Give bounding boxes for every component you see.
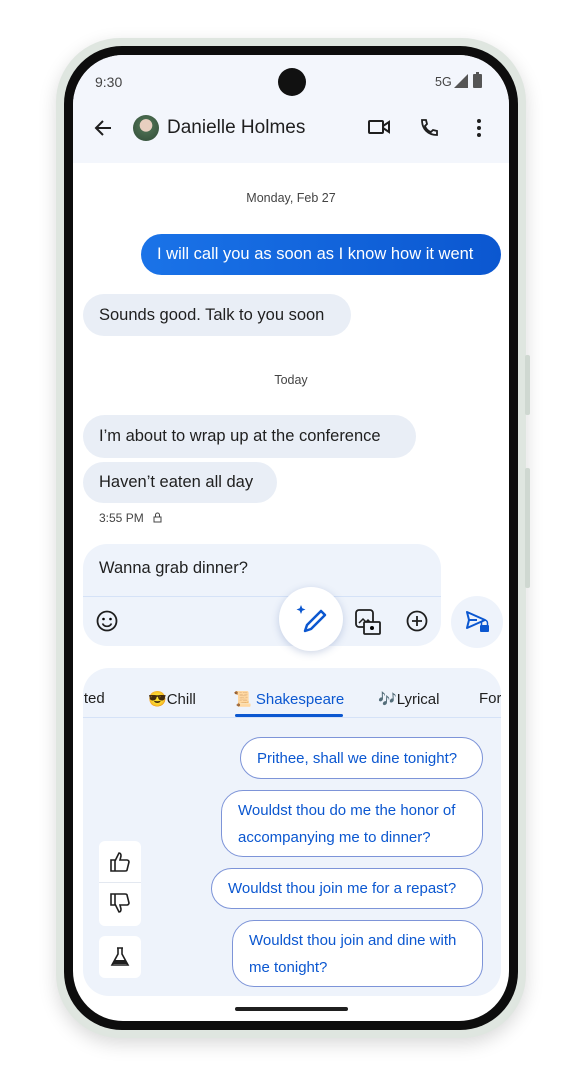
message-text: I’m about to wrap up at the conference xyxy=(99,427,381,445)
magic-pen-icon xyxy=(296,605,327,633)
tab-lyrical[interactable]: 🎶Lyrical xyxy=(378,690,439,708)
received-message[interactable]: Sounds good. Talk to you soon xyxy=(83,294,351,336)
status-time: 9:30 xyxy=(95,74,123,90)
compose-divider xyxy=(83,596,441,597)
lock-icon xyxy=(153,512,162,523)
magic-compose-button[interactable] xyxy=(279,587,343,651)
message-timestamp: 3:55 PM xyxy=(99,511,144,525)
suggestion-chip[interactable]: Wouldst thou join and dine with me tonig… xyxy=(232,920,483,987)
emoji-icon[interactable] xyxy=(96,610,118,632)
received-message[interactable]: Haven’t eaten all day xyxy=(83,462,277,503)
music-notes-emoji-icon: 🎶 xyxy=(378,691,397,708)
back-arrow-icon[interactable] xyxy=(93,118,113,138)
avatar[interactable] xyxy=(133,115,159,141)
camera-cutout xyxy=(278,68,306,96)
gallery-icon[interactable] xyxy=(355,609,381,635)
feedback-buttons xyxy=(99,841,141,926)
sent-message[interactable]: I will call you as soon as I know how it… xyxy=(141,234,501,275)
tab-chill[interactable]: 😎Chill xyxy=(148,690,196,708)
thumbs-down-icon[interactable] xyxy=(110,893,130,913)
video-call-icon[interactable] xyxy=(368,119,390,135)
screen: 9:30 5G Danielle Holmes Monday, Feb 27 I… xyxy=(73,55,509,1021)
message-text: Haven’t eaten all day xyxy=(99,473,254,491)
network-label: 5G xyxy=(435,75,452,89)
battery-icon xyxy=(473,72,482,88)
volume-button xyxy=(525,468,530,588)
date-divider: Today xyxy=(274,373,308,387)
tab-shakespeare[interactable]: 📜 Shakespeare xyxy=(233,690,344,708)
message-text: I will call you as soon as I know how it… xyxy=(157,245,474,263)
suggestion-chip[interactable]: Wouldst thou do me the honor of accompan… xyxy=(221,790,483,857)
tab-formal[interactable]: For xyxy=(479,690,501,707)
tab-excited[interactable]: cited xyxy=(83,690,105,707)
received-message[interactable]: I’m about to wrap up at the conference xyxy=(83,415,416,458)
tabs-divider xyxy=(83,717,501,718)
send-button[interactable] xyxy=(451,596,503,648)
thumbs-up-icon[interactable] xyxy=(110,852,130,872)
message-text: Sounds good. Talk to you soon xyxy=(99,305,325,324)
home-indicator[interactable] xyxy=(235,1007,348,1011)
date-divider: Monday, Feb 27 xyxy=(246,191,336,205)
signal-icon xyxy=(454,74,468,88)
suggestion-chip[interactable]: Wouldst thou join me for a repast? xyxy=(211,868,483,909)
power-button xyxy=(525,355,530,415)
flask-icon xyxy=(110,947,130,966)
suggestion-chip[interactable]: Prithee, shall we dine tonight? xyxy=(240,737,483,779)
contact-name[interactable]: Danielle Holmes xyxy=(167,117,305,139)
sunglasses-emoji-icon: 😎 xyxy=(148,691,167,708)
scroll-emoji-icon: 📜 xyxy=(233,691,252,708)
send-encrypted-icon xyxy=(466,611,489,632)
phone-call-icon[interactable] xyxy=(419,118,439,138)
message-input[interactable]: Wanna grab dinner? xyxy=(99,559,248,578)
more-options-icon[interactable] xyxy=(476,118,482,138)
labs-button[interactable] xyxy=(99,936,141,978)
add-attachment-icon[interactable] xyxy=(406,610,428,632)
